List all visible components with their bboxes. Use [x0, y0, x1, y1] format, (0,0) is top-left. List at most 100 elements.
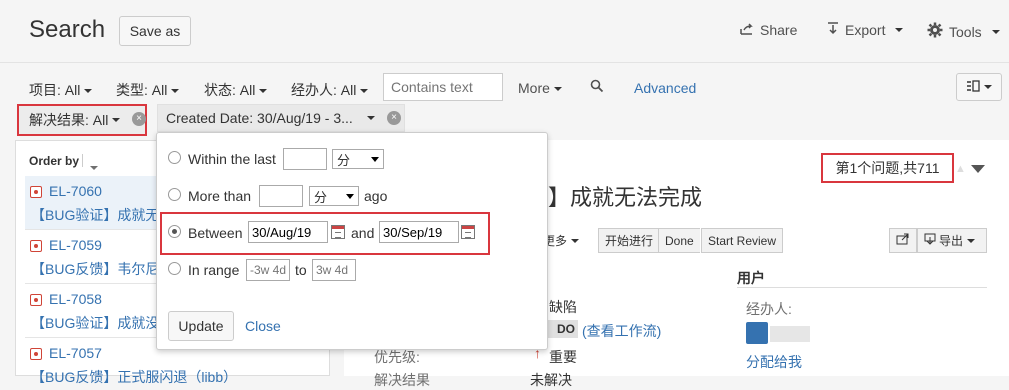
share-icon [896, 233, 910, 248]
resolution-label: 解决结果 [374, 372, 430, 388]
priority-value: 重要 [549, 349, 577, 365]
issue-summary[interactable]: 【BUG验证】成就无 [31, 205, 159, 225]
gear-icon [927, 22, 943, 41]
chevron-down-icon[interactable] [90, 159, 98, 175]
chevron-down-icon [171, 89, 180, 94]
created-date-filter[interactable]: Created Date: 30/Aug/19 - 3... [157, 104, 405, 132]
download-icon [827, 22, 839, 38]
remove-resolution-filter-icon[interactable]: × [132, 112, 146, 126]
save-as-button[interactable]: Save as [119, 16, 191, 46]
share-issue-button[interactable] [889, 228, 917, 253]
chevron-down-icon [366, 116, 375, 120]
close-link[interactable]: Close [245, 318, 281, 334]
export-button[interactable]: Export [827, 22, 904, 38]
done-button[interactable]: Done [658, 228, 700, 253]
tools-button[interactable]: Tools [927, 22, 1000, 41]
export-label: Export [845, 22, 886, 38]
avatar [746, 322, 768, 344]
assignee-name-redacted [770, 326, 810, 342]
chevron-down-icon [967, 238, 976, 243]
within-last-input[interactable] [283, 148, 327, 170]
more-than-radio[interactable] [168, 188, 181, 201]
more-than-input[interactable] [259, 185, 303, 207]
project-filter-label: 项目: All [29, 82, 81, 98]
type-filter[interactable]: 类型: All [116, 80, 180, 100]
start-review-button[interactable]: Start Review [701, 228, 784, 253]
issue-summary[interactable]: 【BUG验证】成就没 [31, 313, 159, 333]
share-button[interactable]: Share [740, 22, 797, 38]
issue-summary[interactable]: 【BUG反馈】韦尔尼 [31, 259, 159, 279]
priority-label: 优先级: [374, 349, 420, 365]
issue-key[interactable]: EL-7058 [49, 291, 102, 307]
chevron-down-icon [84, 89, 93, 94]
issue-key[interactable]: EL-7060 [49, 183, 102, 199]
export-issue-button[interactable]: 导出 [917, 228, 987, 253]
issue-key[interactable]: EL-7059 [49, 237, 102, 253]
resolution-filter[interactable]: 解决结果: All [17, 104, 147, 136]
type-value: 缺陷 [549, 299, 577, 315]
within-last-unit-select[interactable]: 分 [332, 149, 384, 169]
share-icon [740, 22, 754, 38]
range-to-input[interactable] [312, 259, 356, 281]
bug-icon [30, 240, 42, 252]
to-label: to [295, 262, 307, 278]
search-icon[interactable] [590, 79, 604, 96]
more-actions-button[interactable]: 更多 [543, 228, 580, 253]
unit-value: 分 [337, 152, 351, 168]
remove-created-filter-icon[interactable]: × [387, 111, 401, 125]
users-section-title: 用户 [737, 270, 765, 286]
range-from-input[interactable] [246, 259, 290, 281]
chevron-down-icon [371, 156, 379, 162]
share-label: Share [760, 22, 798, 38]
ago-label: ago [364, 188, 388, 204]
chevron-down-icon [571, 238, 580, 243]
more-than-label: More than [188, 188, 252, 204]
more-than-unit-select[interactable]: 分 [309, 186, 359, 206]
in-range-label: In range [188, 262, 240, 278]
divider [82, 154, 83, 167]
chevron-down-icon [360, 89, 369, 94]
tools-label: Tools [949, 23, 982, 40]
assign-to-me-link[interactable]: 分配给我 [746, 352, 802, 372]
chevron-down-icon [984, 85, 992, 89]
layout-switcher-button[interactable] [956, 73, 1002, 101]
within-last-label: Within the last [188, 151, 276, 167]
issue-title: 】成就无法完成 [548, 185, 703, 210]
chevron-down-icon [346, 193, 354, 199]
chevron-down-icon [112, 118, 121, 122]
within-last-radio[interactable] [168, 151, 181, 164]
issue-key[interactable]: EL-7057 [49, 345, 102, 361]
chevron-down-icon [259, 89, 268, 94]
export-label: 导出 [939, 234, 964, 248]
view-workflow-link[interactable]: (查看工作流) [582, 321, 661, 341]
unit-value: 分 [314, 189, 328, 205]
type-filter-label: 类型: All [116, 82, 168, 98]
search-input[interactable] [383, 73, 503, 101]
issue-count: 第1个问题,共711 [821, 153, 954, 183]
next-issue-icon[interactable] [970, 161, 986, 177]
chevron-down-icon [553, 87, 562, 92]
assignee-label: 经办人: [746, 301, 792, 317]
page-title: Search [29, 16, 106, 43]
resolution-filter-label: 解决结果: All [29, 112, 109, 128]
divider [737, 287, 987, 288]
in-range-radio[interactable] [168, 262, 181, 275]
status-filter-label: 状态: All [204, 82, 256, 98]
issue-summary[interactable]: 【BUG反馈】正式服闪退（libb） [31, 367, 237, 387]
order-by-label[interactable]: Order by [29, 154, 79, 168]
status-filter[interactable]: 状态: All [204, 80, 268, 100]
previous-issue-icon[interactable]: ▲ [955, 163, 966, 175]
assignee-filter[interactable]: 经办人: All [291, 80, 369, 100]
update-button[interactable]: Update [168, 311, 234, 341]
chevron-down-icon [991, 29, 1000, 34]
created-date-filter-label: Created Date: 30/Aug/19 - 3... [166, 110, 353, 126]
more-label: More [518, 80, 550, 96]
bug-icon [30, 348, 42, 360]
advanced-search-link[interactable]: Advanced [634, 80, 696, 96]
assignee-filter-label: 经办人: All [291, 82, 357, 98]
list-layout-icon [966, 79, 980, 95]
project-filter[interactable]: 项目: All [29, 80, 93, 100]
between-option-highlight [160, 212, 490, 255]
more-filters-button[interactable]: More [518, 80, 562, 96]
start-progress-button[interactable]: 开始进行 [598, 228, 661, 253]
